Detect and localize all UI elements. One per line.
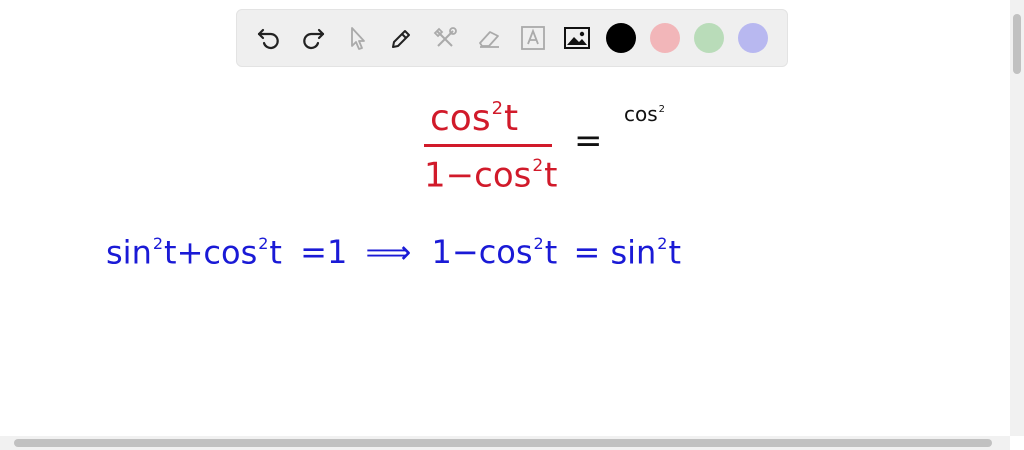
denominator-exponent: 2 — [532, 156, 544, 176]
horizontal-scroll-thumb[interactable] — [14, 439, 992, 447]
undo-button[interactable] — [247, 16, 291, 60]
text-button[interactable] — [511, 16, 555, 60]
identity-plus-cos: +cos — [176, 233, 258, 272]
eraser-button[interactable] — [467, 16, 511, 60]
result-t2: t — [668, 233, 682, 272]
result-t: t — [544, 233, 558, 272]
tools-button[interactable] — [423, 16, 467, 60]
rhs-partial: cos2 — [624, 104, 666, 124]
pen-icon — [392, 30, 410, 48]
identity-t2: t — [269, 233, 282, 272]
color-blue-swatch[interactable] — [738, 23, 768, 53]
vertical-scrollbar[interactable] — [1010, 0, 1024, 436]
select-button[interactable] — [335, 16, 379, 60]
tools-icon — [433, 27, 457, 47]
undo-icon — [257, 28, 279, 50]
color-red-swatch[interactable] — [650, 23, 680, 53]
numerator-t: t — [504, 98, 519, 140]
identity-equals-one: =1 — [300, 233, 348, 272]
redo-icon — [303, 28, 325, 50]
select-icon — [351, 27, 365, 50]
result-lhs: 1−cos — [431, 233, 533, 272]
identity-sin-exponent: 2 — [152, 234, 164, 253]
fraction-numerator: cos2t — [430, 100, 518, 137]
result-equals: = — [573, 233, 601, 272]
identity-sin: sin — [106, 233, 152, 272]
implies-arrow: ⟹ — [365, 233, 412, 272]
image-icon — [564, 27, 590, 49]
pen-button[interactable] — [379, 16, 423, 60]
vertical-scroll-thumb[interactable] — [1013, 14, 1021, 74]
eraser-icon — [479, 31, 499, 48]
result-sin: sin — [610, 233, 657, 272]
numerator-cos: cos — [430, 98, 491, 140]
result-lhs-exponent: 2 — [533, 234, 544, 253]
whiteboard-canvas[interactable]: cos2t 1−cos2t = cos2 sin2t+cos2t =1 ⟹ 1−… — [0, 0, 1010, 436]
result-sin-exponent: 2 — [657, 234, 668, 253]
color-green-swatch[interactable] — [694, 23, 724, 53]
fraction-bar — [424, 144, 552, 147]
drawing-toolbar — [236, 9, 788, 67]
image-button[interactable] — [555, 16, 599, 60]
rhs-exponent: 2 — [658, 104, 666, 115]
numerator-exponent: 2 — [491, 98, 504, 119]
rhs-cos: cos — [624, 102, 658, 126]
denominator-text: 1−cos — [424, 155, 532, 196]
text-icon — [521, 26, 545, 50]
identity-t1: t — [164, 233, 177, 272]
fraction-denominator: 1−cos2t — [424, 155, 558, 196]
denominator-t: t — [544, 155, 558, 196]
redo-button[interactable] — [291, 16, 335, 60]
horizontal-scrollbar[interactable] — [0, 436, 1010, 450]
identity-equation: sin2t+cos2t =1 ⟹ 1−cos2t = sin2t — [106, 233, 682, 272]
identity-cos-exponent: 2 — [258, 234, 269, 253]
color-black-swatch[interactable] — [606, 23, 636, 53]
equals-sign-1: = — [574, 121, 603, 161]
